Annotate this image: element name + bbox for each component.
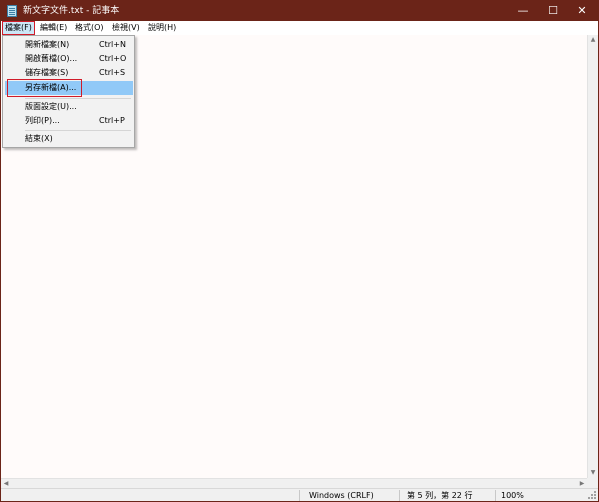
scroll-up-icon[interactable]: ▲ — [588, 35, 598, 45]
menu-item-label: 開新檔案(N) — [25, 40, 70, 49]
close-button[interactable]: ✕ — [567, 1, 597, 21]
status-divider — [399, 490, 400, 501]
menu-file[interactable]: 檔案(F) — [2, 21, 35, 35]
status-divider — [299, 490, 300, 501]
menu-separator — [25, 130, 131, 131]
menu-item-shortcut: Ctrl+P — [99, 116, 125, 125]
title-bar[interactable]: 新文字文件.txt - 記事本 — ☐ ✕ — [1, 1, 598, 21]
menu-separator — [25, 98, 131, 99]
horizontal-scrollbar[interactable]: ◀ ▶ — [1, 478, 587, 488]
menu-item-label: 列印(P)... — [25, 116, 60, 125]
window-title: 新文字文件.txt - 記事本 — [23, 6, 120, 16]
menu-item-label: 版面設定(U)... — [25, 102, 77, 111]
menu-item-label: 另存新檔(A)... — [6, 79, 83, 97]
status-zoom: 100% — [501, 491, 524, 500]
menu-help[interactable]: 說明(H) — [146, 22, 178, 34]
menu-item-new[interactable]: 開新檔案(N) Ctrl+N — [5, 38, 133, 52]
minimize-button[interactable]: — — [508, 1, 538, 21]
menu-item-save[interactable]: 儲存檔案(S) Ctrl+S — [5, 66, 133, 80]
menu-format[interactable]: 格式(O) — [73, 22, 106, 34]
scrollbar-corner — [587, 478, 598, 488]
notepad-icon — [7, 5, 17, 17]
status-cursor-position: 第 5 列，第 22 行 — [407, 491, 473, 500]
file-menu-dropdown: 開新檔案(N) Ctrl+N 開啟舊檔(O)... Ctrl+O 儲存檔案(S)… — [2, 35, 135, 148]
status-divider — [495, 490, 496, 501]
status-bar: Windows (CRLF) 第 5 列，第 22 行 100% — [1, 488, 598, 501]
menu-item-shortcut: Ctrl+S — [99, 68, 126, 77]
maximize-button[interactable]: ☐ — [538, 1, 568, 21]
menu-item-save-as[interactable]: 另存新檔(A)... — [5, 79, 133, 97]
menu-edit[interactable]: 編輯(E) — [38, 22, 69, 34]
menu-item-shortcut: Ctrl+N — [99, 40, 126, 49]
resize-grip-icon[interactable] — [588, 491, 597, 500]
menu-item-label: 結束(X) — [25, 134, 53, 143]
scroll-down-icon[interactable]: ▼ — [588, 468, 598, 478]
menu-item-open[interactable]: 開啟舊檔(O)... Ctrl+O — [5, 52, 133, 66]
menu-item-page-setup[interactable]: 版面設定(U)... — [5, 100, 133, 114]
menu-view[interactable]: 檢視(V) — [110, 22, 142, 34]
vertical-scrollbar[interactable]: ▲ ▼ — [587, 35, 598, 478]
status-line-ending: Windows (CRLF) — [309, 491, 374, 500]
notepad-window: 新文字文件.txt - 記事本 — ☐ ✕ 檔案(F) 編輯(E) 格式(O) … — [0, 0, 599, 502]
menu-item-shortcut: Ctrl+O — [99, 54, 127, 63]
menu-item-exit[interactable]: 結束(X) — [5, 132, 133, 146]
menu-bar: 檔案(F) 編輯(E) 格式(O) 檢視(V) 說明(H) — [1, 21, 598, 35]
menu-item-print[interactable]: 列印(P)... Ctrl+P — [5, 114, 133, 128]
menu-item-label: 開啟舊檔(O)... — [25, 54, 78, 63]
menu-item-label: 儲存檔案(S) — [25, 68, 69, 77]
